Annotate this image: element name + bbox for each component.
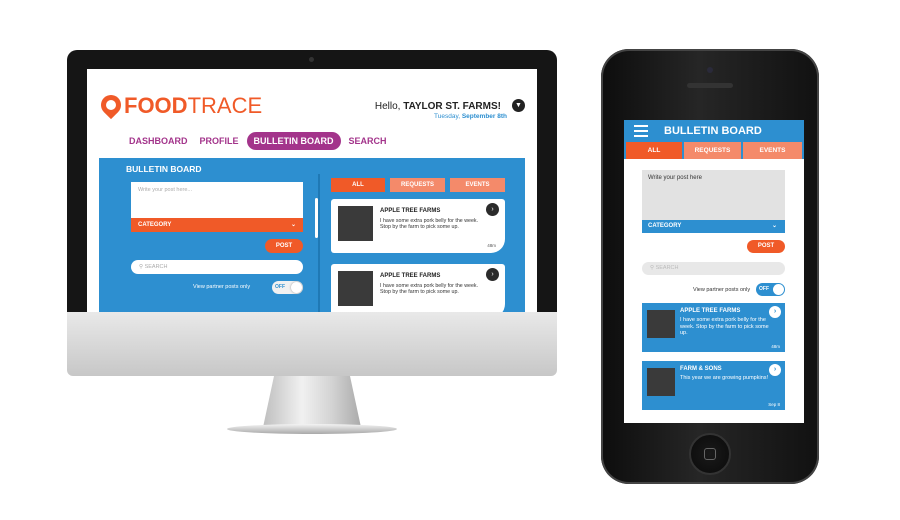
tab-requests[interactable]: REQUESTS xyxy=(684,142,741,159)
partner-toggle[interactable]: OFF xyxy=(272,281,303,294)
phone-camera xyxy=(707,67,713,73)
toggle-label: OFF xyxy=(275,284,285,290)
toggle-knob xyxy=(773,284,784,295)
chevron-down-icon: ⌄ xyxy=(290,222,296,228)
mobile-phone: BULLETIN BOARD ALL REQUESTS EVENTS Write… xyxy=(601,49,819,484)
post-thumbnail xyxy=(647,310,675,338)
column-divider xyxy=(318,174,320,312)
current-date: Tuesday, September 8th xyxy=(434,113,507,120)
nav-profile[interactable]: PROFILE xyxy=(196,133,243,149)
post-author: APPLE TREE FARMS xyxy=(680,308,741,314)
post-button[interactable]: POST xyxy=(265,239,303,253)
filter-requests[interactable]: REQUESTS xyxy=(390,178,445,192)
tab-all[interactable]: ALL xyxy=(626,142,682,159)
chevron-right-icon[interactable]: › xyxy=(769,306,781,318)
post-body: This year we are growing pumpkins! xyxy=(680,375,769,381)
hamburger-menu-icon[interactable] xyxy=(634,125,648,137)
feed-scrollbar[interactable] xyxy=(315,198,318,238)
nav-bulletin-board[interactable]: BULLETIN BOARD xyxy=(246,132,341,150)
chevron-right-icon[interactable]: › xyxy=(769,364,781,376)
chevron-down-icon: ⌄ xyxy=(771,223,777,229)
post-body: I have some extra pork belly for the wee… xyxy=(380,218,479,231)
account-dropdown-chevron-icon[interactable]: ▼ xyxy=(512,99,525,112)
home-button[interactable] xyxy=(689,433,731,475)
partner-filter-label: View partner posts only xyxy=(193,284,251,290)
post-button[interactable]: POST xyxy=(747,240,785,253)
toggle-knob xyxy=(291,282,302,293)
post-card[interactable]: APPLE TREE FARMS I have some extra pork … xyxy=(642,303,785,352)
main-nav: DASHBOARD PROFILE BULLETIN BOARD SEARCH xyxy=(125,132,391,150)
location-pin-icon xyxy=(96,90,126,120)
search-input[interactable]: ⚲ SEARCH xyxy=(131,260,303,274)
post-body: I have some extra pork belly for the wee… xyxy=(680,317,769,336)
post-thumbnail xyxy=(647,368,675,396)
post-time: Sep 8 xyxy=(768,402,780,407)
chevron-right-icon[interactable]: › xyxy=(486,203,499,216)
nav-search[interactable]: SEARCH xyxy=(345,133,391,149)
monitor-chin xyxy=(67,312,557,376)
home-square-icon xyxy=(704,448,716,460)
mobile-filter-tabs: ALL REQUESTS EVENTS xyxy=(624,142,804,159)
post-time: 48m xyxy=(771,344,780,349)
toggle-label: OFF xyxy=(759,286,769,292)
phone-speaker xyxy=(687,83,733,88)
post-author: APPLE TREE FARMS xyxy=(380,208,441,214)
mobile-screen: BULLETIN BOARD ALL REQUESTS EVENTS Write… xyxy=(624,120,804,423)
category-label: CATEGORY xyxy=(648,223,682,229)
category-select[interactable]: CATEGORY ⌄ xyxy=(642,220,785,233)
bulletin-board-panel: BULLETIN BOARD Write your post here... C… xyxy=(99,158,525,312)
foodtrace-logo[interactable]: FOODTRACE xyxy=(96,90,263,120)
post-author: APPLE TREE FARMS xyxy=(380,273,441,279)
nav-dashboard[interactable]: DASHBOARD xyxy=(125,133,192,149)
post-thumbnail xyxy=(338,271,373,306)
post-card[interactable]: APPLE TREE FARMS I have some extra pork … xyxy=(331,199,505,253)
post-author: FARM & SONS xyxy=(680,366,722,372)
post-textarea[interactable]: Write your post here... xyxy=(131,182,303,218)
mobile-header: BULLETIN BOARD xyxy=(624,120,804,142)
category-label: CATEGORY xyxy=(138,222,172,228)
category-select[interactable]: CATEGORY ⌄ xyxy=(131,218,303,232)
filter-events[interactable]: EVENTS xyxy=(450,178,505,192)
partner-toggle[interactable]: OFF xyxy=(756,283,785,296)
chevron-right-icon[interactable]: › xyxy=(486,268,499,281)
search-input[interactable]: ⚲ SEARCH xyxy=(642,262,785,275)
tab-events[interactable]: EVENTS xyxy=(743,142,802,159)
filter-all[interactable]: ALL xyxy=(331,178,385,192)
post-time: 48m xyxy=(487,243,496,248)
logo-text: FOODTRACE xyxy=(124,93,263,118)
user-greeting: Hello, TAYLOR ST. FARMS! xyxy=(374,101,501,112)
partner-filter-label: View partner posts only xyxy=(693,287,751,293)
monitor-bezel: FOODTRACE Hello, TAYLOR ST. FARMS! ▼ Tue… xyxy=(67,50,557,312)
post-body: I have some extra pork belly for the wee… xyxy=(380,283,479,296)
monitor-foot xyxy=(227,424,397,434)
post-card[interactable]: APPLE TREE FARMS I have some extra pork … xyxy=(331,264,505,312)
post-card[interactable]: FARM & SONS This year we are growing pum… xyxy=(642,361,785,410)
user-name: TAYLOR ST. FARMS! xyxy=(403,101,501,112)
mobile-title: BULLETIN BOARD xyxy=(664,125,762,137)
monitor-camera xyxy=(309,57,314,62)
desktop-monitor: FOODTRACE Hello, TAYLOR ST. FARMS! ▼ Tue… xyxy=(67,50,557,434)
desktop-screen: FOODTRACE Hello, TAYLOR ST. FARMS! ▼ Tue… xyxy=(87,69,537,312)
post-thumbnail xyxy=(338,206,373,241)
post-textarea[interactable]: Write your post here xyxy=(642,170,785,220)
panel-title: BULLETIN BOARD xyxy=(126,164,202,174)
